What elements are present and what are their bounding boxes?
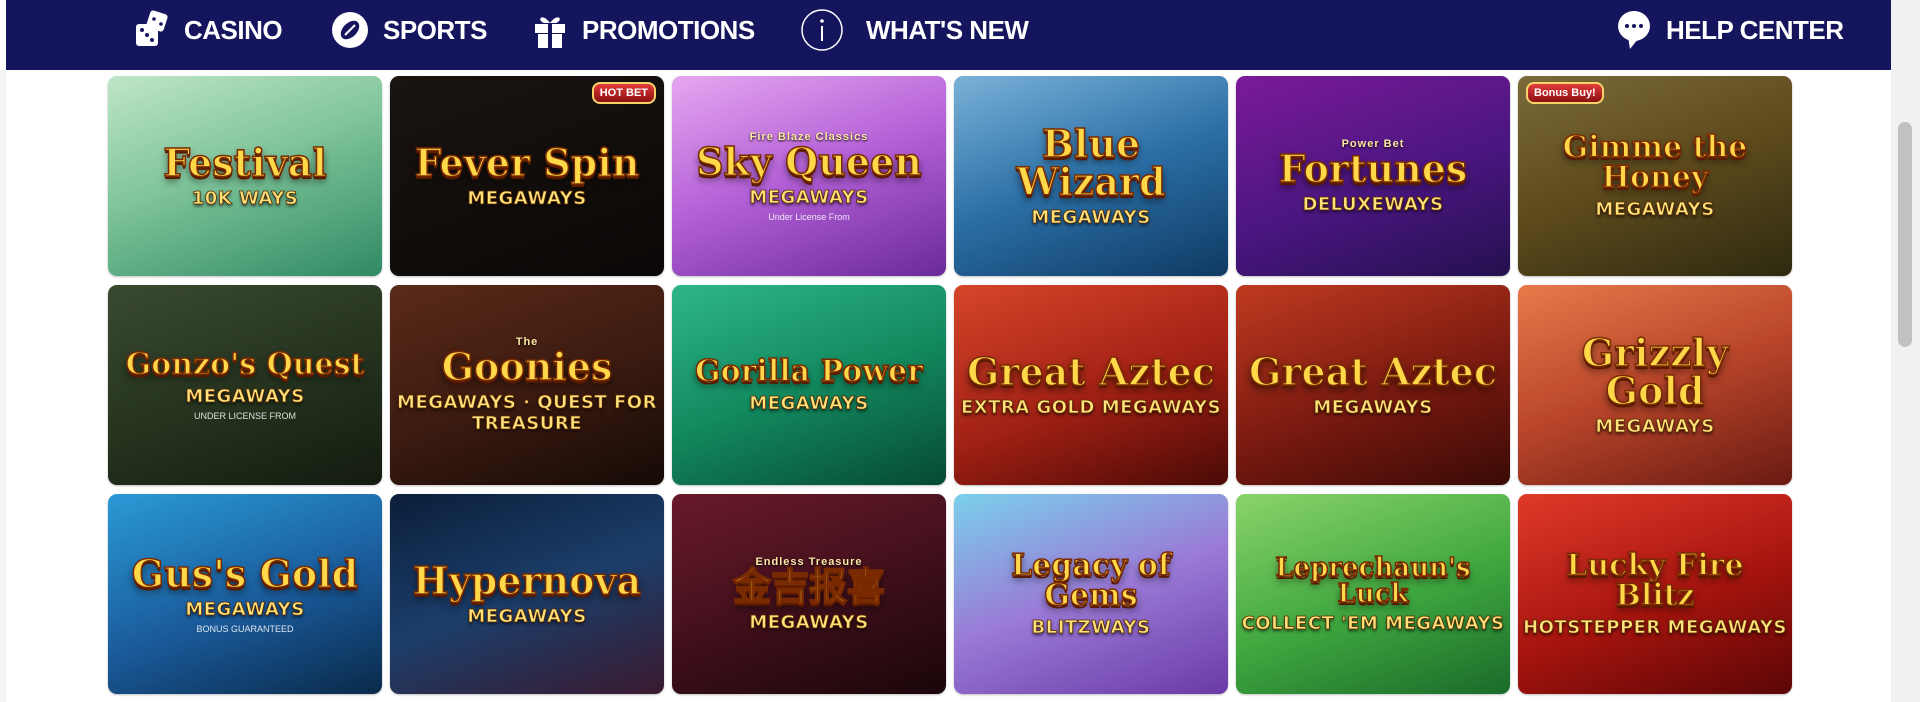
game-fineprint: Under License From <box>768 211 850 222</box>
game-title: Legacy of Gems <box>1010 547 1171 613</box>
game-title: Hypernova <box>412 557 642 603</box>
game-tagline: MEGAWAYS <box>1595 415 1715 437</box>
game-title: Grizzly Gold <box>1581 329 1729 413</box>
game-title: Fever Spin <box>414 139 640 185</box>
game-tile[interactable]: Gus's Gold MEGAWAYS BONUS GUARANTEED <box>108 494 382 694</box>
game-title: Great Aztec <box>966 348 1215 394</box>
game-tile[interactable]: Great Aztec EXTRA GOLD MEGAWAYS <box>954 285 1228 485</box>
game-tile[interactable]: Leprechaun's Luck COLLECT 'EM MEGAWAYS <box>1236 494 1510 694</box>
scrollbar-thumb[interactable] <box>1898 122 1912 347</box>
game-tagline: BLITZWAYS <box>1031 616 1151 638</box>
game-title: Fortunes <box>1278 145 1468 191</box>
game-tile[interactable]: Lucky Fire Blitz HOTSTEPPER MEGAWAYS <box>1518 494 1792 694</box>
game-title: Lucky Fire Blitz <box>1566 547 1745 613</box>
info-icon <box>800 8 844 52</box>
nav-casino[interactable]: CASINO <box>134 0 283 60</box>
game-tagline: DELUXEWAYS <box>1302 193 1444 215</box>
game-tagline: MEGAWAYS <box>467 187 587 209</box>
football-icon <box>331 11 369 49</box>
game-title: Great Aztec <box>1248 348 1497 394</box>
game-tagline: MEGAWAYS <box>185 598 305 620</box>
nav-promotions-label: PROMOTIONS <box>582 14 755 45</box>
game-tile[interactable]: Grizzly Gold MEGAWAYS <box>1518 285 1792 485</box>
game-tile[interactable]: Blue Wizard MEGAWAYS <box>954 76 1228 276</box>
game-tagline: HOTSTEPPER MEGAWAYS <box>1523 616 1787 638</box>
game-title: Gorilla Power <box>694 353 924 389</box>
scrollbar-track[interactable] <box>1891 0 1920 702</box>
game-tagline: MEGAWAYS <box>1595 198 1715 220</box>
game-tagline: MEGAWAYS <box>1313 396 1433 418</box>
game-title: Festival <box>162 139 327 185</box>
game-title: Goonies <box>441 344 613 389</box>
top-nav-bar: CASINO SPORTS PROMOTIONS WHAT'S NEW HELP… <box>6 0 1891 70</box>
game-tile[interactable]: Bonus Buy! Gimme the Honey MEGAWAYS <box>1518 76 1792 276</box>
game-title: 金吉报喜 <box>732 563 886 609</box>
game-tagline: MEGAWAYS <box>1031 206 1151 228</box>
game-fineprint: UNDER LICENSE FROM <box>193 410 296 421</box>
game-title: Blue Wizard <box>1016 120 1167 204</box>
nav-help-center[interactable]: HELP CENTER <box>1616 0 1844 60</box>
game-title: Leprechaun's Luck <box>1275 552 1472 609</box>
game-badge: Bonus Buy! <box>1526 82 1604 104</box>
game-badge: HOT BET <box>591 82 656 104</box>
game-tile[interactable]: The Goonies MEGAWAYS · QUEST FOR TREASUR… <box>390 285 664 485</box>
page-edge <box>0 70 6 702</box>
game-tagline: EXTRA GOLD MEGAWAYS <box>960 396 1222 418</box>
game-tile[interactable]: Endless Treasure 金吉报喜 MEGAWAYS <box>672 494 946 694</box>
game-tagline: MEGAWAYS <box>749 392 869 414</box>
game-tagline: MEGAWAYS <box>749 611 869 633</box>
game-title: Gimme the Honey <box>1562 129 1748 195</box>
game-tile[interactable]: Gorilla Power MEGAWAYS <box>672 285 946 485</box>
nav-casino-label: CASINO <box>184 14 283 45</box>
nav-whats-new[interactable]: WHAT'S NEW <box>800 0 1029 60</box>
game-tile[interactable]: Hypernova MEGAWAYS <box>390 494 664 694</box>
game-fineprint: BONUS GUARANTEED <box>196 623 294 634</box>
dice-icon <box>134 10 170 50</box>
game-tile[interactable]: Festival 10K WAYS <box>108 76 382 276</box>
game-tagline: COLLECT 'EM MEGAWAYS <box>1241 612 1505 634</box>
nav-help-center-label: HELP CENTER <box>1666 14 1844 45</box>
nav-sports-label: SPORTS <box>383 14 487 45</box>
game-tile[interactable]: Legacy of Gems BLITZWAYS <box>954 494 1228 694</box>
nav-whats-new-label: WHAT'S NEW <box>866 14 1029 45</box>
game-title: Sky Queen <box>695 138 922 184</box>
game-tile[interactable]: HOT BET Fever Spin MEGAWAYS <box>390 76 664 276</box>
gift-icon <box>532 10 568 50</box>
game-tagline: MEGAWAYS <box>185 385 305 407</box>
game-tile[interactable]: Gonzo's Quest MEGAWAYS UNDER LICENSE FRO… <box>108 285 382 485</box>
chat-bubble-icon <box>1616 9 1652 51</box>
game-tile[interactable]: Great Aztec MEGAWAYS <box>1236 285 1510 485</box>
game-grid: Festival 10K WAYS HOT BET Fever Spin MEG… <box>108 76 1792 694</box>
game-tile[interactable]: Power Bet Fortunes DELUXEWAYS <box>1236 76 1510 276</box>
game-tagline: MEGAWAYS · QUEST FOR TREASURE <box>397 392 657 435</box>
game-tagline: MEGAWAYS <box>467 605 587 627</box>
nav-promotions[interactable]: PROMOTIONS <box>532 0 755 60</box>
game-tile[interactable]: Fire Blaze Classics Sky Queen MEGAWAYS U… <box>672 76 946 276</box>
game-title: Gus's Gold <box>131 550 359 596</box>
game-tagline: 10K WAYS <box>191 187 299 209</box>
game-tagline: MEGAWAYS <box>749 186 869 208</box>
nav-sports[interactable]: SPORTS <box>331 0 487 60</box>
game-title: Gonzo's Quest <box>125 346 365 382</box>
